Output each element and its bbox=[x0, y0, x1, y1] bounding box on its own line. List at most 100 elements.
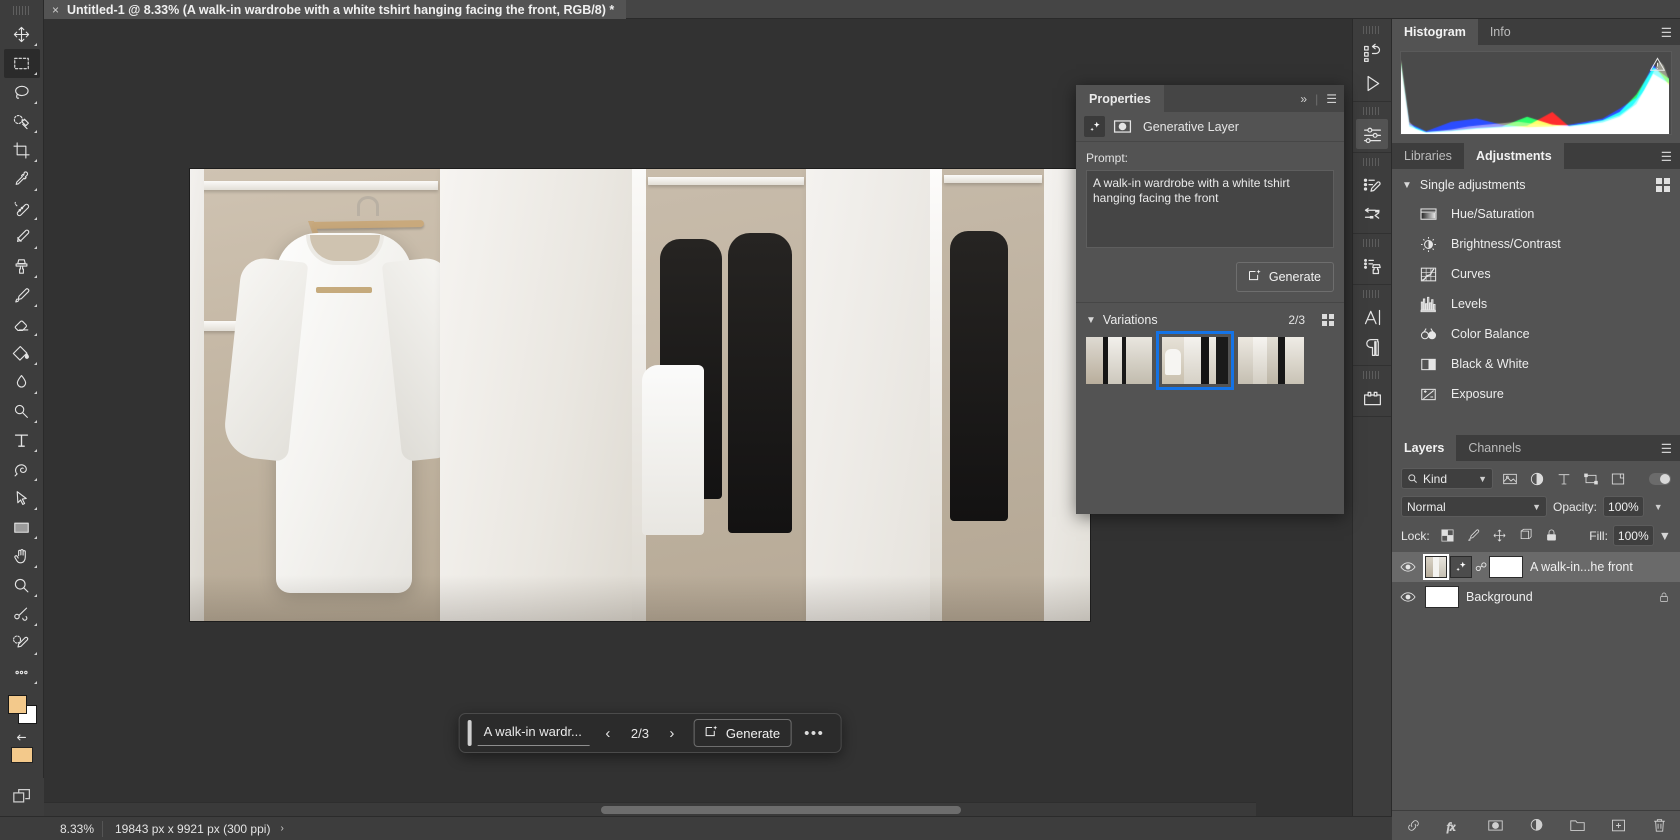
zoom-level[interactable]: 8.33% bbox=[44, 822, 102, 836]
history-brush-tool[interactable] bbox=[4, 281, 40, 310]
filter-adjustment-icon[interactable] bbox=[1526, 468, 1547, 489]
table-row[interactable]: ☍ A walk-in...he front bbox=[1392, 552, 1680, 582]
adjustments-sliders-icon[interactable] bbox=[1356, 119, 1388, 149]
new-adjustment-layer-icon[interactable] bbox=[1526, 816, 1546, 836]
tab-libraries[interactable]: Libraries bbox=[1392, 143, 1464, 169]
styles-stamp-icon[interactable] bbox=[1356, 251, 1388, 281]
screen-mode-icon[interactable] bbox=[0, 778, 44, 816]
pen-tool[interactable] bbox=[4, 455, 40, 484]
quick-mask-icon[interactable] bbox=[11, 747, 33, 763]
lock-transparent-pixels-icon[interactable] bbox=[1439, 527, 1456, 544]
layer-name[interactable]: Background bbox=[1466, 590, 1649, 604]
tab-layers[interactable]: Layers bbox=[1392, 435, 1456, 461]
adjustment-color-balance[interactable]: Color Balance bbox=[1392, 319, 1680, 349]
lock-all-icon[interactable] bbox=[1543, 527, 1560, 544]
adjustment-black-white[interactable]: Black & White bbox=[1392, 349, 1680, 379]
tab-info[interactable]: Info bbox=[1478, 19, 1523, 45]
layer-visibility-icon[interactable] bbox=[1398, 557, 1418, 577]
tab-histogram[interactable]: Histogram bbox=[1392, 19, 1478, 45]
adjustment-brightness-contrast[interactable]: Brightness/Contrast bbox=[1392, 229, 1680, 259]
rail-drag-handle[interactable] bbox=[1363, 371, 1381, 379]
filter-type-icon[interactable] bbox=[1553, 468, 1574, 489]
task-bar-drag-handle[interactable] bbox=[468, 720, 472, 746]
layer-style-fx-icon[interactable]: fx bbox=[1444, 816, 1464, 836]
adjustment-exposure[interactable]: Exposure bbox=[1392, 379, 1680, 409]
contextual-task-bar[interactable]: A walk-in wardr... ‹ 2/3 › Generate ••• bbox=[459, 713, 842, 753]
lock-position-icon[interactable] bbox=[1491, 527, 1508, 544]
tab-adjustments[interactable]: Adjustments bbox=[1464, 143, 1564, 169]
add-layer-mask-icon[interactable] bbox=[1485, 816, 1505, 836]
layer-thumbnails[interactable] bbox=[1425, 586, 1459, 608]
lock-image-pixels-icon[interactable] bbox=[1465, 527, 1482, 544]
layer-mask-icon[interactable] bbox=[1112, 116, 1133, 137]
variations-header[interactable]: ▼ Variations 2/3 bbox=[1076, 303, 1344, 335]
clone-stamp-tool[interactable] bbox=[4, 252, 40, 281]
libraries-box-icon[interactable] bbox=[1356, 383, 1388, 413]
next-variation-button[interactable]: › bbox=[660, 720, 684, 746]
dodge-tool[interactable] bbox=[4, 397, 40, 426]
new-layer-icon[interactable] bbox=[1608, 816, 1628, 836]
filter-shape-icon[interactable] bbox=[1580, 468, 1601, 489]
move-tool[interactable] bbox=[4, 20, 40, 49]
crop-tool[interactable] bbox=[4, 136, 40, 165]
rail-drag-handle[interactable] bbox=[1363, 26, 1381, 34]
zoom-tool[interactable] bbox=[4, 571, 40, 600]
frame-tool[interactable] bbox=[4, 600, 40, 629]
swap-colors-icon[interactable] bbox=[4, 723, 40, 743]
collapse-panel-icon[interactable]: » bbox=[1300, 92, 1307, 106]
properties-panel[interactable]: Properties » | ☰ Generative Layer bbox=[1076, 85, 1344, 514]
lock-artboard-nesting-icon[interactable] bbox=[1517, 527, 1534, 544]
histogram-panel-menu-icon[interactable]: ☰ bbox=[1661, 19, 1672, 45]
previous-variation-button[interactable]: ‹ bbox=[596, 720, 620, 746]
character-icon[interactable] bbox=[1356, 302, 1388, 332]
brush-tool[interactable] bbox=[4, 223, 40, 252]
type-tool[interactable] bbox=[4, 426, 40, 455]
generate-button[interactable]: Generate bbox=[694, 719, 792, 747]
prompt-textarea[interactable] bbox=[1086, 170, 1334, 248]
adjustments-grid-icon[interactable] bbox=[1656, 178, 1670, 192]
layer-filter-kind-select[interactable]: Kind ▼ bbox=[1401, 468, 1493, 489]
tab-channels[interactable]: Channels bbox=[1456, 435, 1533, 461]
link-layers-icon[interactable] bbox=[1403, 816, 1423, 836]
document-tab[interactable]: × Untitled-1 @ 8.33% (A walk-in wardrobe… bbox=[44, 0, 626, 19]
gradient-tool[interactable] bbox=[4, 339, 40, 368]
object-selection-tool[interactable] bbox=[4, 107, 40, 136]
fill-stepper-icon[interactable]: ▼ bbox=[1659, 529, 1671, 543]
rectangle-tool[interactable] bbox=[4, 513, 40, 542]
chevron-down-icon[interactable]: ▼ bbox=[1086, 315, 1096, 326]
history-icon[interactable] bbox=[1356, 38, 1388, 68]
adjustment-curves[interactable]: Curves bbox=[1392, 259, 1680, 289]
chevron-down-icon[interactable]: ▼ bbox=[1402, 180, 1412, 191]
rectangular-marquee-tool[interactable] bbox=[4, 49, 40, 78]
layer-thumbnail[interactable] bbox=[1425, 556, 1447, 578]
adjustment-hue-saturation[interactable]: Hue/Saturation bbox=[1392, 199, 1680, 229]
foreground-color-swatch[interactable] bbox=[8, 695, 27, 714]
task-bar-more-button[interactable]: ••• bbox=[798, 725, 830, 742]
rail-drag-handle[interactable] bbox=[1363, 158, 1381, 166]
new-group-icon[interactable] bbox=[1567, 816, 1587, 836]
canvas-horizontal-scrollbar[interactable] bbox=[44, 802, 1256, 816]
rail-drag-handle[interactable] bbox=[1363, 239, 1381, 247]
adjustments-panel-menu-icon[interactable]: ☰ bbox=[1661, 143, 1672, 169]
properties-generate-button[interactable]: Generate bbox=[1236, 262, 1334, 292]
canvas-area[interactable]: A walk-in wardr... ‹ 2/3 › Generate ••• bbox=[44, 19, 1256, 779]
blur-tool[interactable] bbox=[4, 368, 40, 397]
opacity-stepper-icon[interactable]: ▼ bbox=[1654, 502, 1663, 512]
hand-tool[interactable] bbox=[4, 542, 40, 571]
status-expand-icon[interactable]: › bbox=[280, 823, 283, 834]
layer-mask-link-icon[interactable]: ☍ bbox=[1475, 560, 1486, 574]
actions-play-icon[interactable] bbox=[1356, 68, 1388, 98]
layer-thumbnails[interactable]: ☍ bbox=[1425, 556, 1523, 578]
eraser-tool[interactable] bbox=[4, 310, 40, 339]
remove-tool[interactable] bbox=[4, 629, 40, 658]
gradients-icon[interactable] bbox=[1356, 200, 1388, 230]
generative-badge-thumbnail[interactable] bbox=[1450, 556, 1472, 578]
layers-panel-menu-icon[interactable]: ☰ bbox=[1661, 435, 1672, 461]
histogram-warning-icon[interactable] bbox=[1650, 57, 1665, 71]
tab-properties[interactable]: Properties bbox=[1076, 85, 1164, 112]
filter-smart-object-icon[interactable] bbox=[1607, 468, 1628, 489]
edit-toolbar-button[interactable] bbox=[4, 658, 40, 687]
image-canvas[interactable] bbox=[190, 169, 1090, 621]
opacity-input[interactable]: 100% bbox=[1603, 496, 1644, 517]
color-swatches[interactable] bbox=[6, 693, 38, 723]
